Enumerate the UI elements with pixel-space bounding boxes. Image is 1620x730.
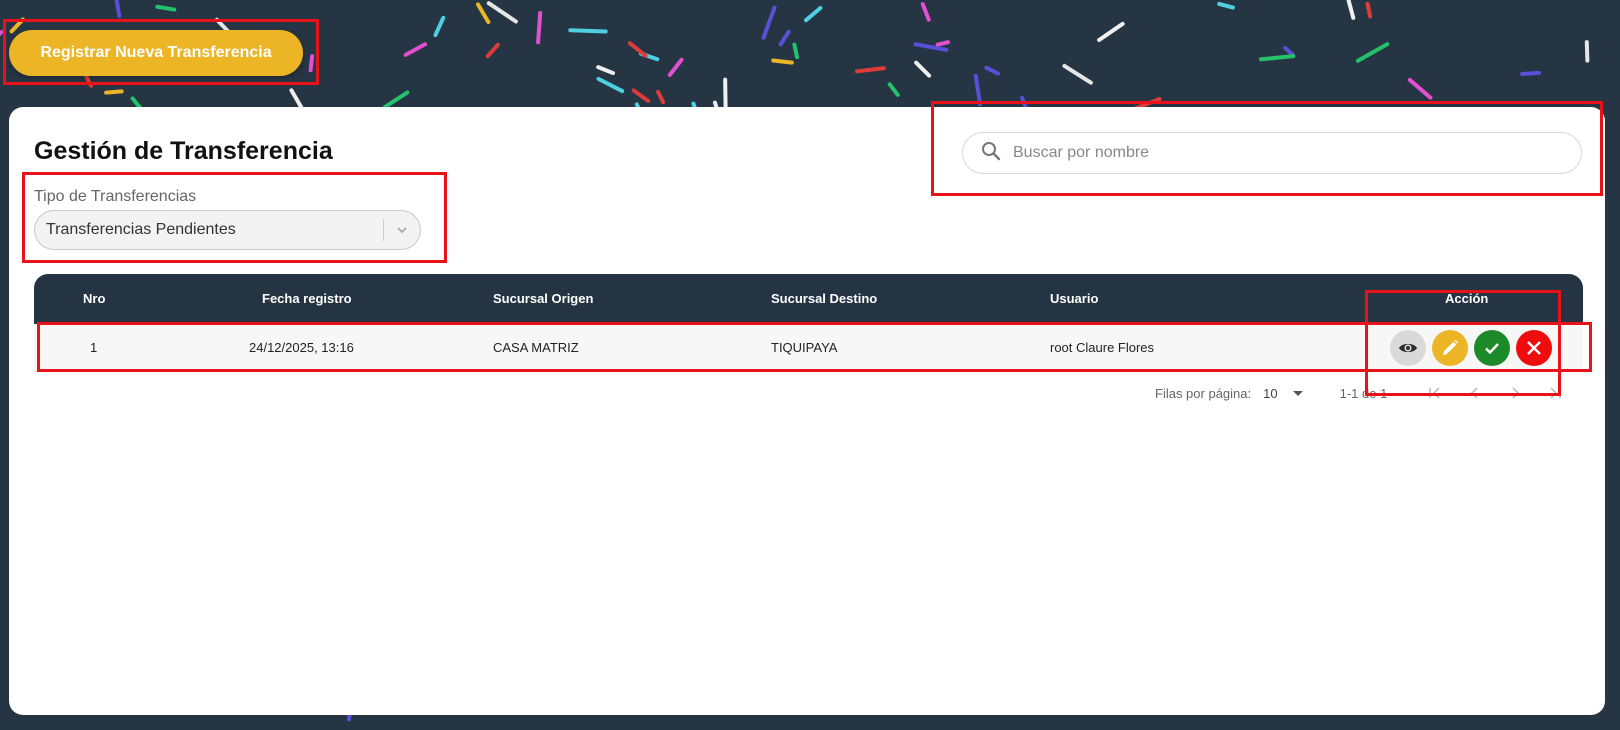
- header-nro: Nro: [83, 291, 106, 306]
- search-icon: [981, 141, 1001, 166]
- page-range: 1-1 de 1: [1339, 385, 1388, 401]
- confetti-streak: [1259, 54, 1296, 62]
- confetti-streak: [114, 0, 122, 18]
- previous-page-icon[interactable]: [1465, 383, 1485, 403]
- eye-icon: [1399, 343, 1417, 353]
- confetti-streak: [973, 73, 983, 107]
- cell-nro: 1: [90, 340, 98, 355]
- next-page-icon[interactable]: [1505, 383, 1525, 403]
- confetti-streak: [485, 42, 500, 59]
- transfers-table: Nro Fecha registro Sucursal Origen Sucur…: [34, 274, 1583, 372]
- close-icon: [1527, 341, 1541, 355]
- confetti-streak: [913, 42, 949, 52]
- approve-button[interactable]: [1474, 330, 1510, 366]
- register-transfer-button[interactable]: Registrar Nueva Transferencia: [9, 30, 303, 76]
- confetti-streak: [855, 66, 886, 74]
- cell-destino: TIQUIPAYA: [771, 340, 838, 355]
- confetti-streak: [638, 51, 660, 62]
- reject-button[interactable]: [1516, 330, 1552, 366]
- confetti-streak: [631, 88, 651, 103]
- confetti-streak: [308, 54, 315, 73]
- confetti-streak: [804, 5, 823, 23]
- confetti-streak: [935, 40, 950, 47]
- confetti-streak: [1355, 42, 1390, 63]
- chevron-down-icon[interactable]: [384, 223, 420, 237]
- header-sucursal-origen: Sucursal Origen: [493, 291, 594, 306]
- confetti-streak: [104, 89, 124, 95]
- confetti-streak: [1365, 1, 1373, 19]
- confetti-streak: [568, 28, 608, 34]
- cell-fecha: 24/12/2025, 13:16: [249, 340, 354, 355]
- table-row[interactable]: 1 24/12/2025, 13:16 CASA MATRIZ TIQUIPAY…: [34, 324, 1583, 372]
- confetti-streak: [596, 76, 625, 94]
- confetti-streak: [771, 58, 794, 65]
- confetti-streak: [1283, 45, 1295, 57]
- header-fecha-registro: Fecha registro: [262, 291, 352, 306]
- confetti-streak: [433, 15, 446, 38]
- caret-down-icon[interactable]: [1292, 387, 1304, 399]
- last-page-icon[interactable]: [1545, 383, 1565, 403]
- header-usuario: Usuario: [1050, 291, 1099, 306]
- header-sucursal-destino: Sucursal Destino: [771, 291, 878, 306]
- first-page-icon[interactable]: [1425, 383, 1445, 403]
- rows-per-page-label: Filas por página:: [1155, 385, 1252, 401]
- confetti-streak: [1062, 63, 1093, 85]
- confetti-streak: [596, 65, 616, 76]
- confetti-streak: [1217, 1, 1235, 10]
- confetti-streak: [887, 82, 900, 97]
- transfer-management-card: Gestión de Transferencia Tipo de Transfe…: [9, 107, 1605, 715]
- confetti-streak: [627, 41, 648, 58]
- transfer-type-select[interactable]: Transferencias Pendientes: [34, 210, 421, 250]
- confetti-streak: [1520, 70, 1542, 77]
- confetti-streak: [914, 60, 932, 78]
- confetti-streak: [84, 74, 94, 88]
- confetti-streak: [0, 30, 4, 37]
- confetti-streak: [656, 89, 666, 105]
- confetti-streak: [984, 65, 1000, 76]
- transfer-type-label: Tipo de Transferencias: [34, 188, 197, 205]
- confetti-streak: [792, 42, 800, 60]
- row-actions: [1390, 330, 1552, 366]
- edit-button[interactable]: [1432, 330, 1468, 366]
- rows-per-page-value[interactable]: 10: [1263, 386, 1277, 401]
- check-icon: [1485, 343, 1499, 355]
- transfer-type-selected: Transferencias Pendientes: [46, 221, 236, 238]
- confetti-streak: [761, 5, 777, 40]
- confetti-streak: [383, 90, 410, 109]
- confetti-streak: [9, 17, 25, 34]
- search-input[interactable]: [1013, 144, 1581, 162]
- search-bar: [962, 132, 1582, 174]
- confetti-streak: [778, 29, 791, 47]
- pagination: Filas por página: 10 1-1 de 1: [1155, 383, 1565, 403]
- confetti-streak: [403, 42, 428, 57]
- confetti-streak: [486, 1, 518, 24]
- page-title: Gestión de Transferencia: [34, 137, 333, 165]
- confetti-streak: [1097, 21, 1125, 43]
- confetti-streak: [920, 2, 931, 22]
- header-accion: Acción: [1445, 291, 1489, 306]
- confetti-streak: [1346, 0, 1356, 20]
- confetti-streak: [536, 10, 543, 45]
- cell-origen: CASA MATRIZ: [493, 340, 579, 355]
- confetti-streak: [667, 57, 684, 77]
- confetti-streak: [476, 2, 491, 24]
- cell-usuario: root Claure Flores: [1050, 340, 1155, 355]
- pencil-icon: [1443, 339, 1459, 355]
- table-header: Nro Fecha registro Sucursal Origen Sucur…: [34, 274, 1583, 324]
- confetti-streak: [1584, 40, 1590, 63]
- confetti-streak: [1407, 77, 1433, 100]
- confetti-streak: [155, 4, 177, 12]
- view-button[interactable]: [1390, 330, 1426, 366]
